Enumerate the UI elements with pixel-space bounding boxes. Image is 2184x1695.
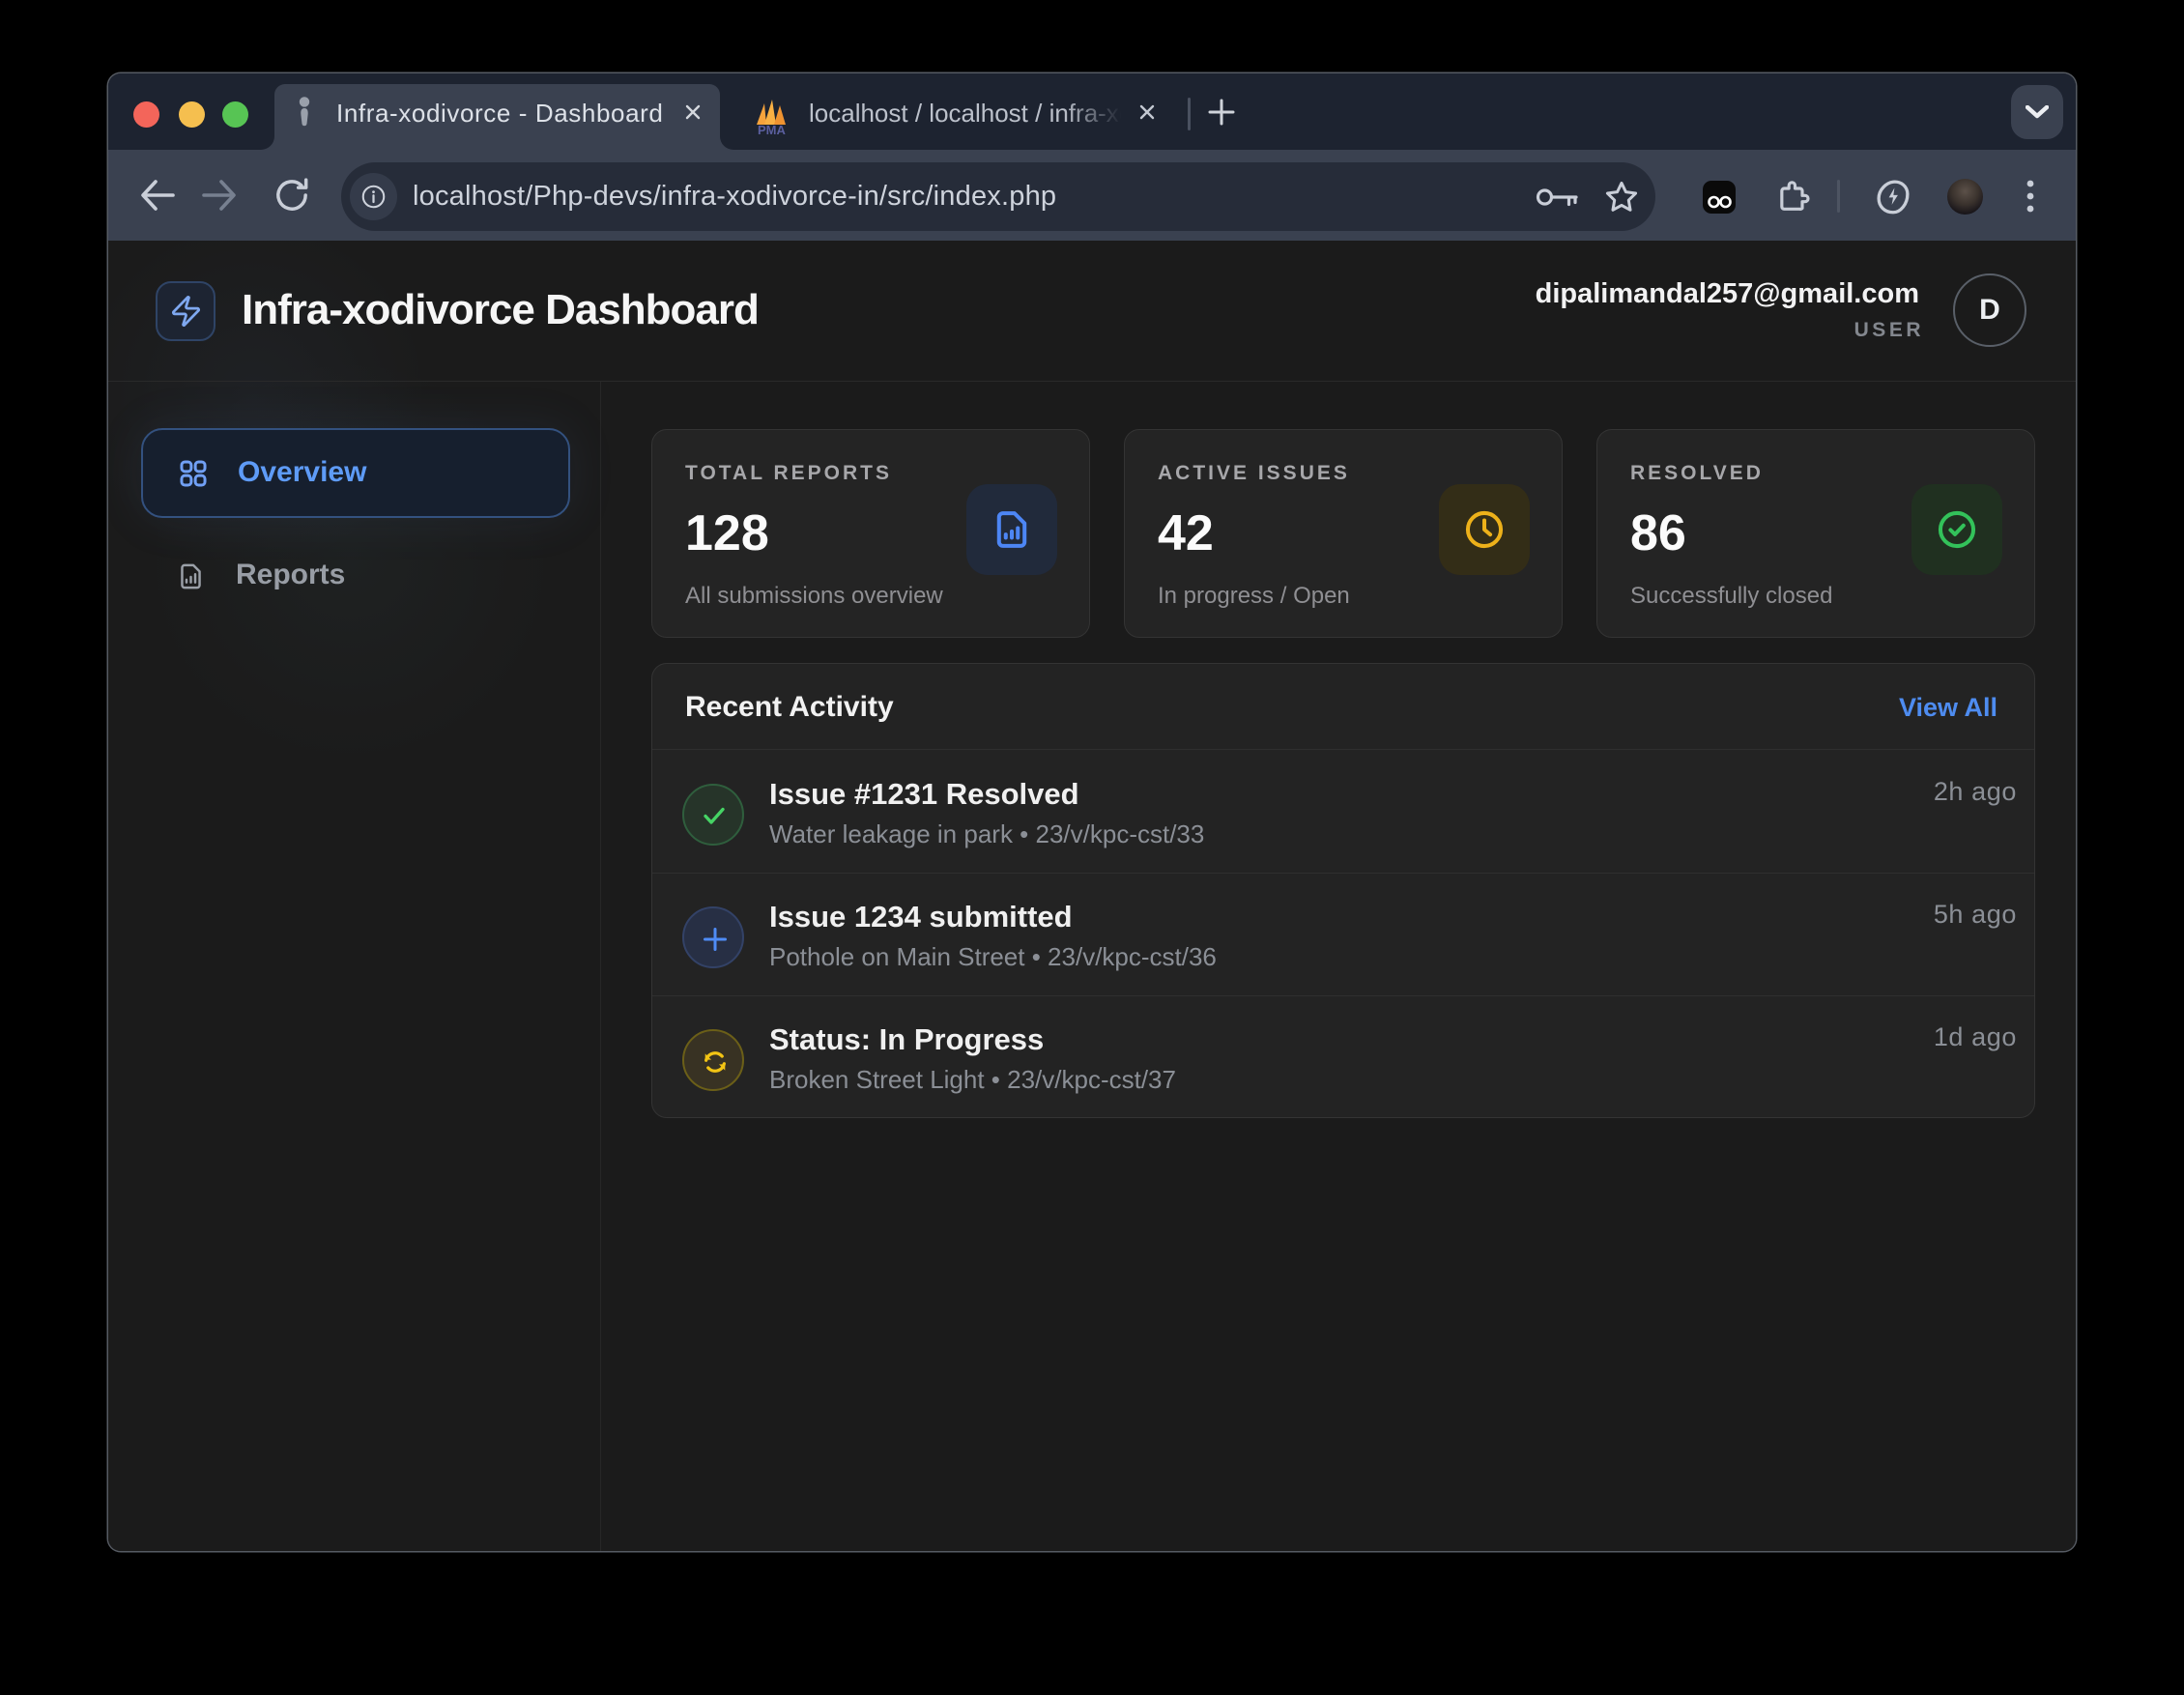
svg-text:PMA: PMA [758, 123, 787, 137]
